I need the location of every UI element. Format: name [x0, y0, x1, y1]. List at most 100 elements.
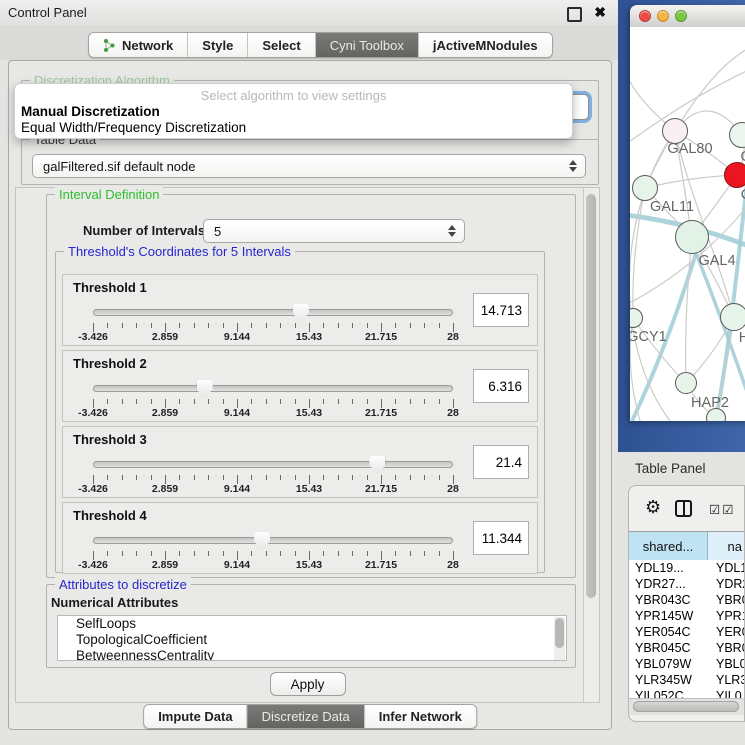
- numerical-attributes-list[interactable]: SelfLoopsTopologicalCoefficientBetweenne…: [57, 615, 567, 661]
- attribute-list-item[interactable]: SelfLoops: [58, 616, 566, 632]
- tab-infer-network[interactable]: Infer Network: [364, 705, 476, 728]
- network-node-gal4[interactable]: [675, 220, 709, 254]
- cytoscape-desktop: GAL80GACGAL11GAL4GCY1HHAP2: [618, 0, 745, 452]
- slider-tick-label: -3.426: [78, 407, 108, 419]
- table-row[interactable]: YDL19...YDL1: [629, 560, 744, 576]
- node-label: H: [739, 330, 745, 346]
- cell-name: YBL0: [707, 656, 744, 672]
- control-panel: Control Panel ✖ NetworkStyleSelectCyni T…: [0, 0, 618, 745]
- network-node-c[interactable]: [724, 162, 745, 188]
- network-node-h[interactable]: [720, 303, 745, 331]
- network-node-gal11[interactable]: [632, 175, 658, 201]
- slider-thumb[interactable]: [369, 456, 385, 474]
- node-label: GCY1: [630, 329, 667, 345]
- threshold-value-field[interactable]: 21.4: [473, 445, 529, 479]
- screen: Control Panel ✖ NetworkStyleSelectCyni T…: [0, 0, 745, 745]
- threshold-slider[interactable]: -3.4262.8599.14415.4321.71528: [93, 529, 453, 569]
- node-label: GAL11: [650, 199, 694, 215]
- threshold-value-field[interactable]: 6.316: [473, 369, 529, 403]
- threshold-slider[interactable]: -3.4262.8599.14415.4321.71528: [93, 377, 453, 417]
- tab-label: Cyni Toolbox: [330, 38, 404, 53]
- table-horizontal-scrollbar[interactable]: [629, 698, 744, 715]
- table-row[interactable]: YPR145WYPR1: [629, 608, 744, 624]
- table-row[interactable]: YDR27...YDR2: [629, 576, 744, 592]
- tab-impute-data[interactable]: Impute Data: [144, 705, 246, 728]
- network-node-hap2[interactable]: [675, 372, 697, 394]
- slider-tick-label: -3.426: [78, 483, 108, 495]
- network-node[interactable]: [706, 408, 726, 421]
- number-of-intervals-label: Number of Intervals: [83, 223, 205, 238]
- tab-label: Impute Data: [158, 709, 232, 724]
- window-zoom-icon[interactable]: [675, 10, 687, 22]
- gear-icon[interactable]: ⚙: [645, 497, 661, 518]
- slider-thumb[interactable]: [293, 304, 309, 322]
- table-row[interactable]: YER054CYER0: [629, 624, 744, 640]
- attribute-list-item[interactable]: BetweennessCentrality: [58, 648, 566, 661]
- table-row[interactable]: YBR045CYBR0: [629, 640, 744, 656]
- tab-style[interactable]: Style: [187, 33, 247, 57]
- combobox-stepper-icon: [448, 225, 456, 237]
- apply-button[interactable]: Apply: [270, 672, 346, 696]
- split-view-icon[interactable]: [675, 500, 692, 517]
- settings-vertical-scrollbar[interactable]: [583, 188, 599, 702]
- tab-jactivemnodules[interactable]: jActiveMNodules: [418, 33, 552, 57]
- number-of-intervals-value: 5: [214, 224, 221, 239]
- table-data-combobox[interactable]: galFiltered.sif default node: [32, 154, 586, 178]
- float-window-icon[interactable]: [567, 7, 582, 22]
- algorithm-placeholder-option[interactable]: Select algorithm to view settings: [15, 88, 572, 103]
- algorithm-option-equal-width[interactable]: Equal Width/Frequency Discretization: [21, 120, 246, 135]
- cell-name: YIL0: [707, 688, 744, 698]
- slider-tick-label: -3.426: [78, 331, 108, 343]
- slider-tick-label: -3.426: [78, 559, 108, 571]
- tab-select[interactable]: Select: [247, 33, 314, 57]
- combobox-stepper-icon: [569, 160, 577, 172]
- cell-shared-name: YDL19...: [629, 560, 707, 576]
- attribute-list-item[interactable]: TopologicalCoefficient: [58, 632, 566, 648]
- slider-tick-label: 9.144: [224, 559, 250, 571]
- cyni-toolbox-page: Discretization Algorithm Select algorith…: [8, 60, 612, 730]
- number-of-intervals-combobox[interactable]: 5: [203, 219, 465, 243]
- tab-discretize-data[interactable]: Discretize Data: [247, 705, 364, 728]
- tab-cyni-toolbox[interactable]: Cyni Toolbox: [315, 33, 418, 57]
- window-minimize-icon[interactable]: [657, 10, 669, 22]
- network-canvas[interactable]: GAL80GACGAL11GAL4GCY1HHAP2: [630, 27, 745, 421]
- attributes-list-scrollbar[interactable]: [554, 617, 565, 660]
- algorithm-dropdown-popup: Select algorithm to view settings Manual…: [14, 83, 573, 139]
- slider-track: [93, 537, 453, 544]
- table-panel-body: ⚙ ☑☑ shared... na YDL19...YDL1YDR27...YD…: [628, 485, 745, 722]
- threshold-slider[interactable]: -3.4262.8599.14415.4321.71528: [93, 301, 453, 341]
- threshold-label: Threshold 1: [73, 280, 147, 295]
- slider-tick-label: 21.715: [365, 483, 397, 495]
- slider-tick-label: 15.43: [296, 559, 322, 571]
- algorithm-option-manual[interactable]: Manual Discretization: [21, 104, 160, 119]
- threshold-slider[interactable]: -3.4262.8599.14415.4321.71528: [93, 453, 453, 493]
- threshold-value-field[interactable]: 11.344: [473, 521, 529, 555]
- cell-shared-name: YDR27...: [629, 576, 707, 592]
- table-panel-title: Table Panel: [635, 461, 706, 476]
- slider-thumb[interactable]: [197, 380, 213, 398]
- top-tabs: Network Style Select Cyni Toolbox jActiveMNo…: [88, 32, 553, 58]
- close-icon[interactable]: ✖: [594, 4, 606, 21]
- tab-label: Select: [262, 38, 300, 53]
- table-row[interactable]: YIL052CYIL0: [629, 688, 744, 698]
- attributes-group: Attributes to discretize Numerical Attri…: [46, 584, 576, 668]
- slider-thumb[interactable]: [254, 532, 270, 550]
- table-row[interactable]: YLR345WYLR3: [629, 672, 744, 688]
- window-close-icon[interactable]: [639, 10, 651, 22]
- column-header-name[interactable]: na: [708, 532, 744, 560]
- table-row[interactable]: YBR043CYBR0: [629, 592, 744, 608]
- slider-tick-label: 28: [447, 483, 459, 495]
- slider-track: [93, 461, 453, 468]
- threshold-label: Threshold 2: [73, 356, 147, 371]
- threshold-value-field[interactable]: 14.713: [473, 293, 529, 327]
- column-header-shared-name[interactable]: shared...: [629, 532, 708, 560]
- checkbox-checked-icons[interactable]: ☑☑: [709, 502, 735, 517]
- slider-tick-label: 15.43: [296, 407, 322, 419]
- node-label: GAL4: [698, 253, 735, 269]
- tab-network[interactable]: Network: [89, 33, 187, 57]
- thresholds-group-title: Threshold's Coordinates for 5 Intervals: [64, 244, 295, 259]
- tab-label: Style: [202, 38, 233, 53]
- top-tab-strip: Network Style Select Cyni Toolbox jActiveMNo…: [0, 26, 618, 60]
- slider-tick-label: 2.859: [152, 331, 178, 343]
- table-row[interactable]: YBL079WYBL0: [629, 656, 744, 672]
